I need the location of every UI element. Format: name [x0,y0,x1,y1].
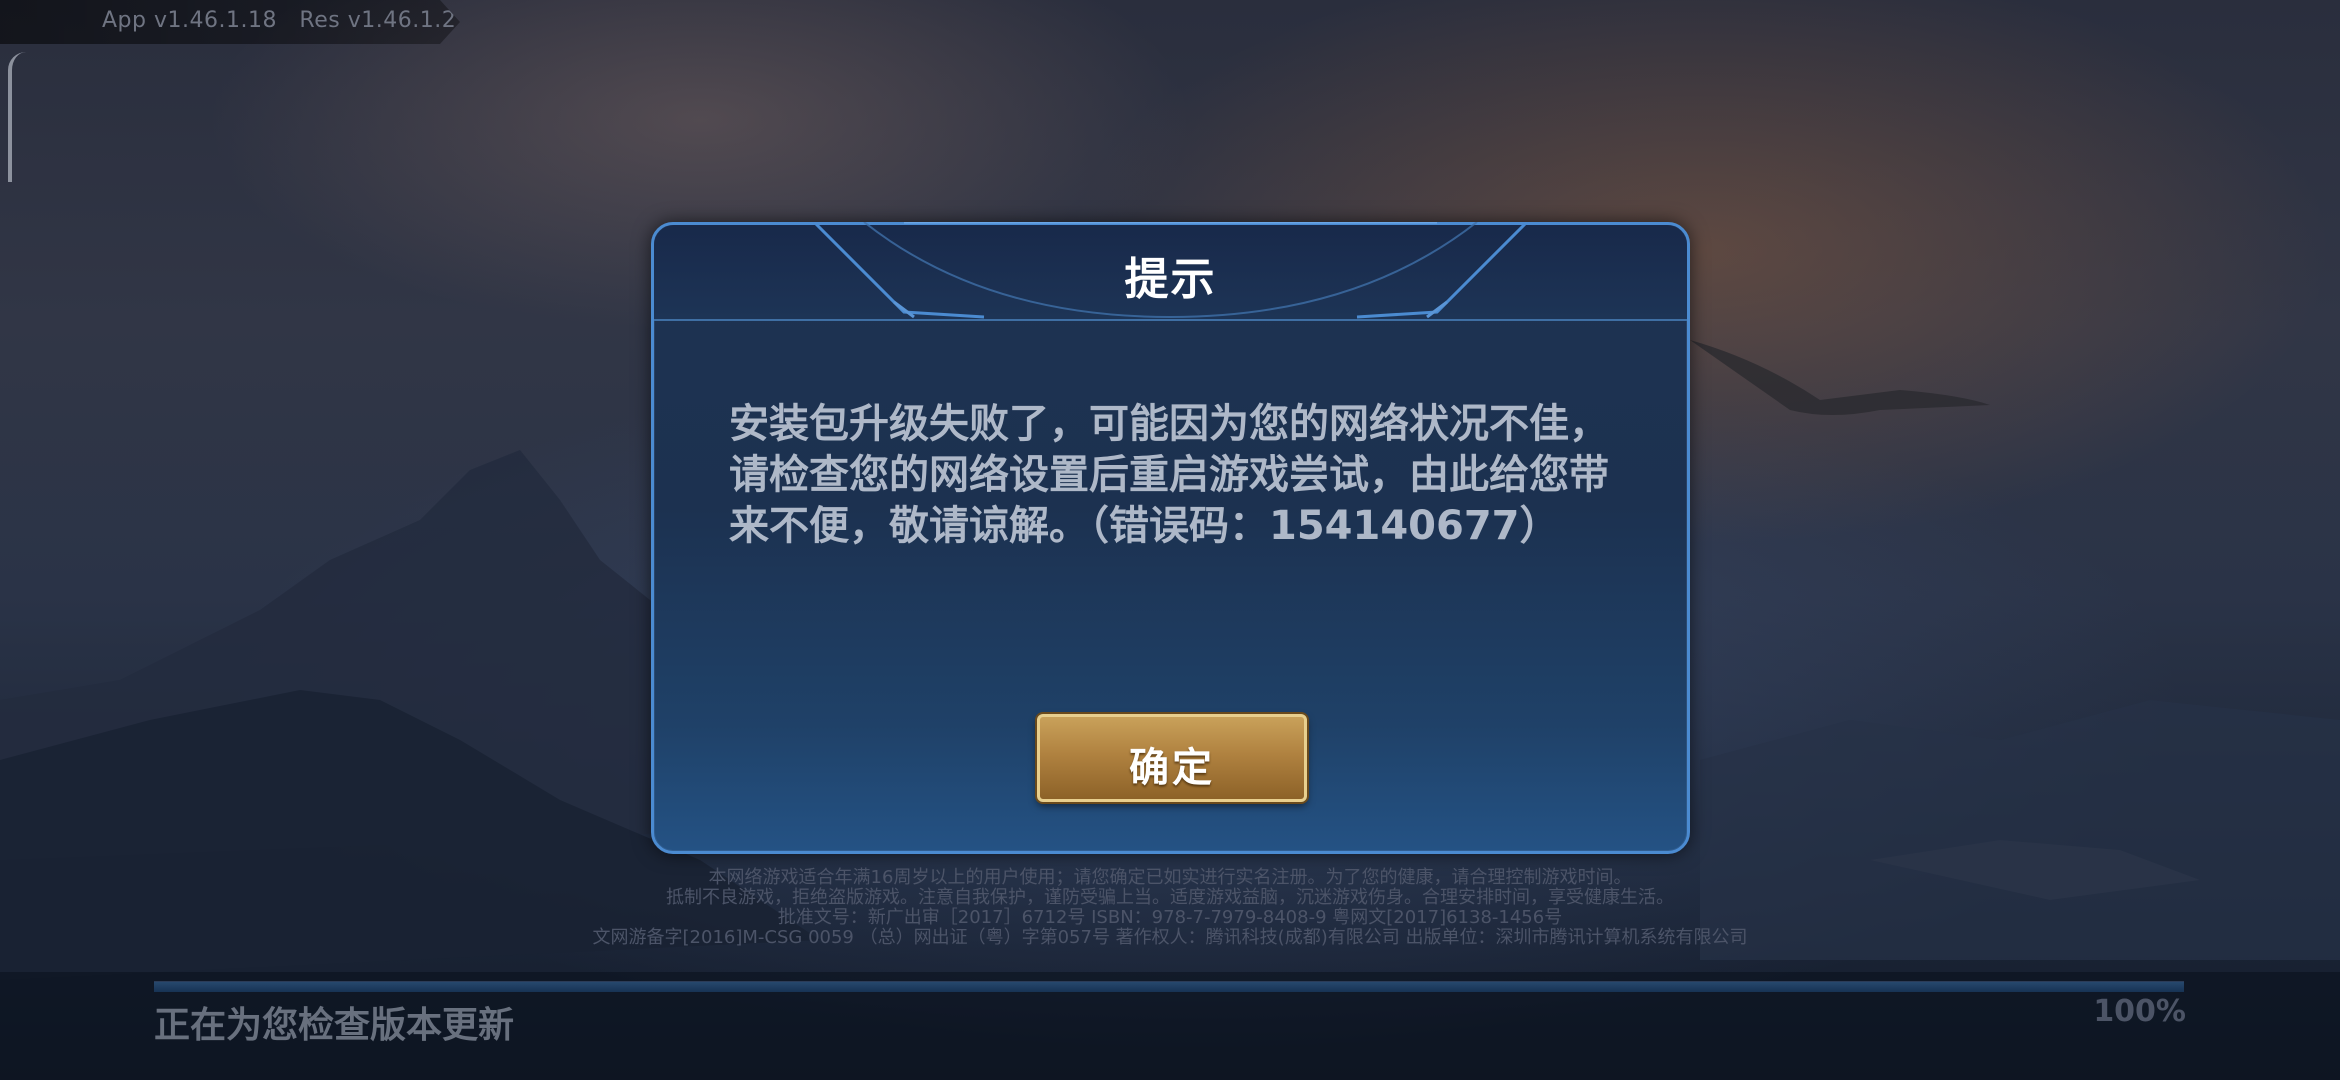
progress-fill [154,982,2184,992]
progress-track [154,981,2184,992]
legal-line: 文网游备字[2016]M-CSG 0059 （总）网出证（粤）字第057号 著作… [592,927,1748,948]
dialog-header: 提示 [654,222,1687,321]
legal-line: 抵制不良游戏，拒绝盗版游戏。注意自我保护，谨防受骗上当。适度游戏益脑，沉迷游戏伤… [666,887,1674,908]
dialog-message: 安装包升级失败了，可能因为您的网络状况不佳，请检查您的网络设置后重启游戏尝试，由… [729,401,1609,549]
version-label: App v1.46.1.18 Res v1.46.1.22 [102,8,471,33]
side-drawer-handle[interactable] [8,52,26,182]
confirm-button-label: 确定 [1129,745,1215,791]
legal-line: 批准文号：新广出审［2017］6712号 ISBN：978-7-7979-840… [777,907,1563,928]
dialog-title: 提示 [1124,254,1217,305]
version-bar: App v1.46.1.18 Res v1.46.1.22 [0,0,460,44]
confirm-button[interactable]: 确定 [1037,714,1307,802]
legal-notice: 本网络游戏适合年满16周岁以上的用户使用；请您确定已如实进行实名注册。为了您的健… [450,868,1890,948]
loading-status-text: 正在为您检查版本更新 [154,1005,515,1046]
legal-line: 本网络游戏适合年满16周岁以上的用户使用；请您确定已如实进行实名注册。为了您的健… [708,867,1632,888]
progress-percent: 100% [2093,994,2186,1029]
alert-dialog: 提示 安装包升级失败了，可能因为您的网络状况不佳，请检查您的网络设置后重启游戏尝… [651,222,1690,854]
